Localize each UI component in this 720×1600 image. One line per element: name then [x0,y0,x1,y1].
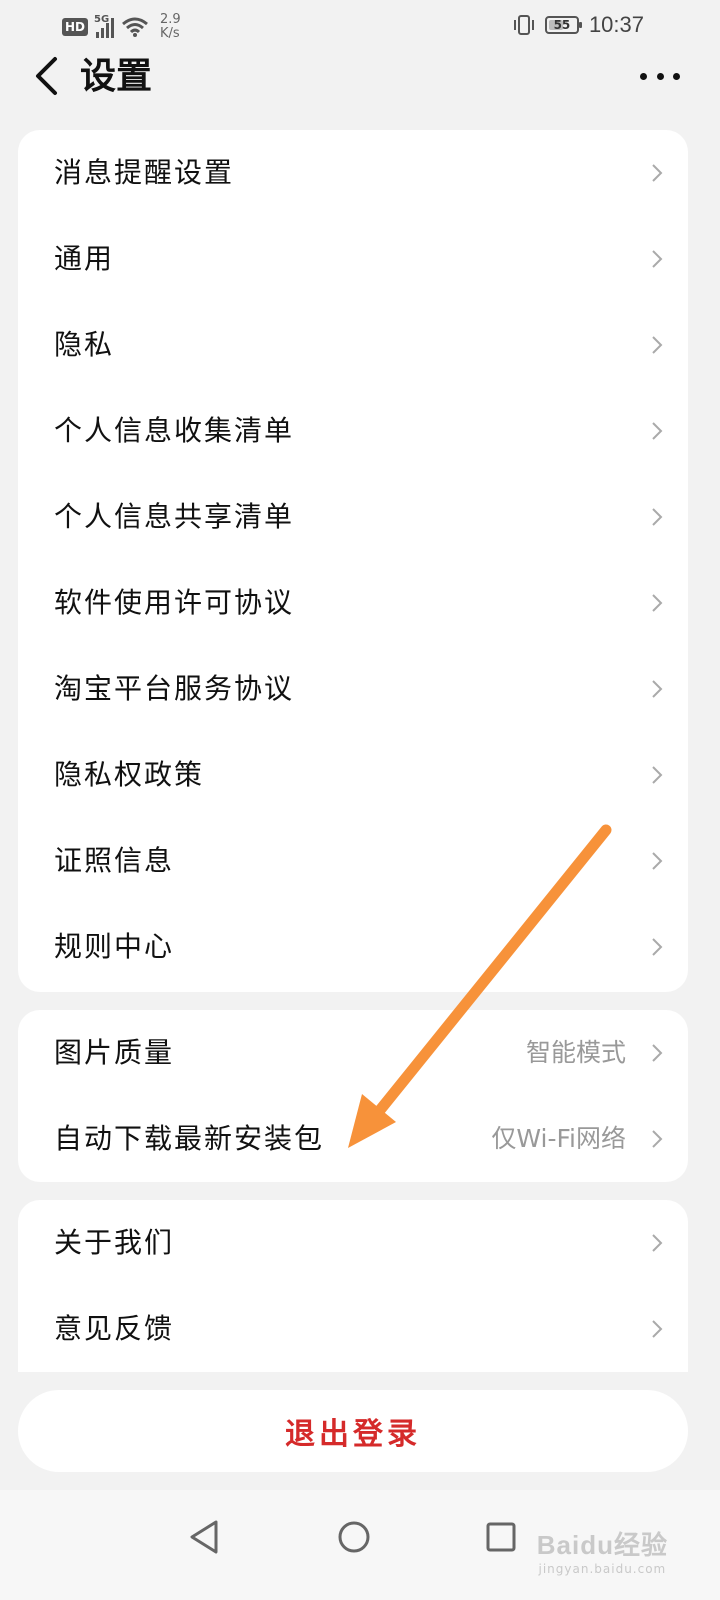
more-dot [656,72,664,80]
chevron-right-icon [652,1130,663,1148]
more-dot [673,72,680,80]
signal-bar [106,23,110,38]
logout-button[interactable]: 退出登录 [18,1390,688,1472]
chevron-right-icon [652,1044,663,1062]
settings-item-value: 智能模式 [525,1038,626,1067]
signal-bar [101,28,105,38]
settings-item-label: 软件使用许可协议 [54,586,295,619]
settings-item-label: 规则中心 [54,930,175,963]
settings-group-main: 消息提醒设置 通用 隐私 个人信息收集清单 个人信息共享清单 软件使用许可协议 … [18,130,688,992]
chevron-right-icon [652,594,663,612]
chevron-right-icon [652,680,663,698]
cellular-signal-icon: 5G [94,14,115,38]
settings-item-label: 隐私 [54,328,115,361]
network-type: 5G [94,14,110,25]
settings-item-platform-agreement[interactable]: 淘宝平台服务协议 [18,646,688,732]
network-speed: 2.9 K/s [160,13,181,41]
hd-badge: HD [62,18,89,36]
signal-bar [96,32,100,38]
settings-item-label: 关于我们 [54,1226,175,1259]
settings-item-label: 隐私权政策 [54,758,205,791]
status-bar: HD 5G 2.9 K/s 55 10:37 [0,0,720,50]
more-horizontal-icon [640,72,647,80]
triangle-back-icon[interactable] [180,1512,230,1562]
settings-item-label: 意见反馈 [54,1312,175,1345]
settings-item-auto-download[interactable]: 自动下载最新安装包 仅Wi-Fi网络 [18,1096,688,1182]
settings-item-notifications[interactable]: 消息提醒设置 [18,130,688,216]
speed-unit: K/s [160,26,180,41]
settings-item-info-collection-list[interactable]: 个人信息收集清单 [18,388,688,474]
signal-bar [111,18,115,38]
status-left: HD 5G 2.9 K/s [62,12,181,42]
chevron-right-icon [652,852,663,870]
settings-item-info-sharing-list[interactable]: 个人信息共享清单 [18,474,688,560]
logout-label: 退出登录 [285,1417,421,1452]
battery-level: 55 [553,18,571,32]
square-recent-icon[interactable] [478,1512,528,1562]
settings-item-label: 图片质量 [54,1036,175,1069]
chevron-right-icon [652,164,663,182]
back-button[interactable] [26,54,66,98]
settings-item-privacy-policy[interactable]: 隐私权政策 [18,732,688,818]
settings-item-label: 通用 [54,242,115,275]
page-title: 设置 [80,55,153,97]
settings-item-feedback[interactable]: 意见反馈 [18,1286,688,1372]
watermark: Baidu经验 jingyan.baidu.com [537,1525,668,1576]
circle-home-icon[interactable] [330,1512,380,1562]
settings-item-label: 自动下载最新安装包 [54,1122,325,1155]
chevron-left-icon [36,57,57,95]
chevron-right-icon [652,422,663,440]
speed-value: 2.9 [160,12,181,27]
settings-item-licenses-info[interactable]: 证照信息 [18,818,688,904]
chevron-right-icon [652,336,663,354]
watermark-sub: jingyan.baidu.com [538,1562,667,1576]
more-button[interactable] [640,64,680,88]
chevron-right-icon [652,938,663,956]
chevron-right-icon [652,1320,663,1338]
settings-item-general[interactable]: 通用 [18,216,688,302]
chevron-right-icon [652,250,663,268]
settings-item-software-license[interactable]: 软件使用许可协议 [18,560,688,646]
chevron-right-icon [652,766,663,784]
chevron-right-icon [652,1234,663,1252]
settings-item-label: 个人信息共享清单 [54,500,295,533]
app-header: 设置 [0,50,720,130]
settings-item-image-quality[interactable]: 图片质量 智能模式 [18,1010,688,1096]
settings-item-label: 消息提醒设置 [54,156,235,189]
settings-item-privacy[interactable]: 隐私 [18,302,688,388]
wifi-icon [122,17,148,37]
settings-item-about-us[interactable]: 关于我们 [18,1200,688,1286]
settings-group-download: 图片质量 智能模式 自动下载最新安装包 仅Wi-Fi网络 [18,1010,688,1182]
status-right: 55 10:37 [513,10,644,40]
settings-item-label: 个人信息收集清单 [54,414,295,447]
vibrate-icon [513,15,534,35]
settings-item-rules-center[interactable]: 规则中心 [18,904,688,990]
chevron-right-icon [652,508,663,526]
settings-group-about: 关于我们 意见反馈 [18,1200,688,1372]
settings-item-label: 证照信息 [54,844,175,877]
battery-icon: 55 [544,16,582,34]
watermark-main: Baidu经验 [536,1530,668,1560]
settings-item-value: 仅Wi-Fi网络 [491,1124,626,1153]
settings-item-label: 淘宝平台服务协议 [54,672,295,705]
clock: 10:37 [588,12,644,37]
